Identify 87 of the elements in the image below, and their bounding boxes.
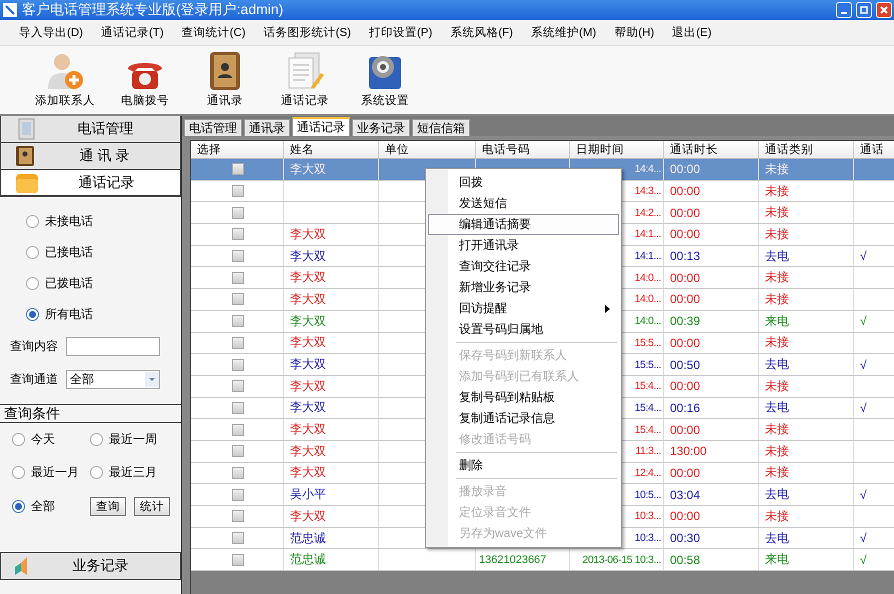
table-cell: 李大双	[290, 290, 326, 308]
table-cell: 12:4...	[634, 466, 661, 479]
table-cell: 吴小平	[290, 486, 326, 504]
table-cell: 00:00	[670, 466, 700, 480]
dropdown-value: 全部	[70, 371, 94, 388]
table-cell: 未接	[765, 378, 789, 395]
table-cell: 未接	[765, 334, 789, 352]
table-cell: √	[860, 400, 867, 415]
table-cell: 00:00	[670, 227, 700, 242]
table-cell: 去电	[765, 530, 789, 547]
table-cell: 14:2...	[634, 206, 661, 219]
table-cell: 范忠诚	[290, 530, 326, 547]
table-cell: 14:1...	[634, 250, 661, 262]
table-cell: 00:00	[670, 379, 700, 394]
table-cell: √	[860, 552, 867, 567]
table-cell: 00:13	[670, 249, 700, 264]
table-cell: 15:5...	[634, 336, 661, 349]
table-cell: 11:3...	[635, 445, 661, 458]
field-label: 查询内容	[10, 338, 58, 355]
table-cell: 14:4...	[634, 163, 661, 176]
table-cell: 未接	[765, 290, 789, 308]
table-cell: 00:00	[670, 270, 700, 285]
table-cell: 未接	[765, 226, 789, 243]
table-cell: 15:4...	[634, 402, 661, 414]
table-cell: 未接	[765, 464, 789, 482]
table-cell: 未接	[765, 269, 789, 286]
table-cell: 00:00	[670, 184, 700, 198]
table-cell: 李大双	[290, 464, 326, 482]
table-cell: 03:04	[670, 488, 700, 502]
window-title: 客户电话管理系统专业版(登录用户:admin)	[22, 1, 284, 19]
table-cell: 李大双	[290, 399, 326, 416]
table-cell: 去电	[765, 356, 789, 374]
table-cell: 14:0...	[634, 315, 661, 328]
table-cell: 10:3...	[634, 510, 661, 522]
table-cell: 14:3...	[634, 185, 661, 198]
table-cell: 来电	[765, 312, 789, 330]
table-cell: 李大双	[290, 508, 326, 525]
table-cell: 李大双	[290, 312, 326, 330]
table-cell: 去电	[765, 399, 789, 416]
table-cell: 未接	[765, 442, 789, 460]
table-cell: 00:00	[670, 206, 700, 220]
table-cell: 00:00	[670, 162, 700, 176]
field-label: 查询通道	[10, 371, 58, 388]
table-cell: √	[860, 358, 867, 372]
table-cell: √	[860, 314, 867, 328]
table-cell: √	[860, 531, 867, 546]
table-cell: 去电	[765, 248, 789, 265]
table-cell: 李大双	[290, 334, 326, 352]
table-cell: 来电	[765, 551, 789, 568]
table-cell: 李大双	[290, 269, 326, 286]
table-cell: 14:0...	[634, 293, 661, 306]
table-cell: 00:00	[670, 292, 700, 306]
table-cell: √	[860, 249, 867, 264]
table-cell: 10:5...	[634, 488, 661, 501]
table-cell: 未接	[765, 508, 789, 525]
table-cell: 李大双	[290, 442, 326, 460]
table-cell: 00:58	[670, 552, 700, 567]
table-cell: 10:3...	[634, 532, 661, 544]
table-cell: 未接	[765, 204, 789, 222]
table-cell: 李大双	[290, 356, 326, 374]
table-cell: 李大双	[290, 378, 326, 395]
table-cell: √	[860, 488, 867, 502]
table-cell: 李大双	[290, 226, 326, 243]
table-cell: 15:4...	[634, 424, 661, 436]
table-cell: 00:50	[670, 358, 700, 372]
table-cell: 00:16	[670, 400, 700, 415]
table-cell: 李大双	[290, 421, 326, 438]
table-cell: 李大双	[290, 248, 326, 265]
table-cell: 15:4...	[634, 380, 661, 392]
section-title: 查询条件	[0, 405, 181, 423]
table-cell: 13621023667	[479, 554, 546, 566]
table-cell: 2013-06-15 10:3...	[582, 554, 661, 566]
table-cell: 去电	[765, 486, 789, 504]
table-cell: 未接	[765, 182, 789, 200]
table-cell: 范忠诚	[290, 551, 326, 568]
table-cell: 00:30	[670, 531, 700, 546]
table-cell: 李大双	[290, 160, 326, 178]
table-cell: 14:0...	[634, 272, 661, 284]
table-cell: 00:39	[670, 314, 700, 328]
table-cell: 15:5...	[634, 358, 661, 371]
table-cell: 00:00	[670, 509, 700, 524]
table-cell: 130:00	[670, 444, 707, 458]
table-cell: 未接	[765, 160, 789, 178]
table-cell: 00:00	[670, 422, 700, 437]
table-cell: 14:1...	[634, 228, 661, 240]
table-cell: 未接	[765, 421, 789, 438]
table-cell: 00:00	[670, 336, 700, 350]
